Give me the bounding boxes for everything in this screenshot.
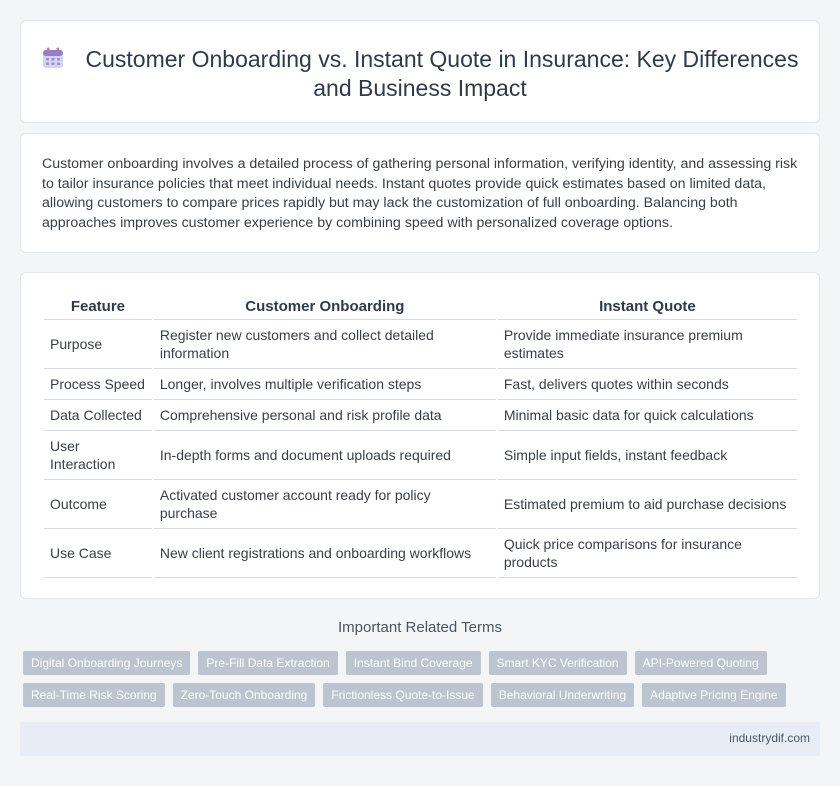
table-row: Purpose Register new customers and colle…	[44, 320, 797, 369]
intro-card: Customer onboarding involves a detailed …	[20, 133, 820, 253]
intro-paragraph: Customer onboarding involves a detailed …	[42, 156, 798, 231]
feature-cell: Use Case	[44, 529, 152, 578]
onboarding-cell: Activated customer account ready for pol…	[153, 480, 496, 529]
related-term-tag[interactable]: Frictionless Quote-to-Issue	[323, 683, 483, 707]
related-terms-list: Digital Onboarding Journeys Pre-Fill Dat…	[23, 651, 803, 715]
onboarding-cell: Register new customers and collect detai…	[153, 320, 496, 369]
feature-cell: Data Collected	[44, 400, 152, 431]
related-term-tag[interactable]: API-Powered Quoting	[634, 651, 767, 675]
quote-cell: Minimal basic data for quick calculation…	[497, 400, 797, 431]
calendar-icon	[42, 47, 63, 68]
page-title: Customer Onboarding vs. Instant Quote in…	[21, 45, 819, 103]
title-card: Customer Onboarding vs. Instant Quote in…	[20, 20, 820, 123]
comparison-table: Feature Customer Onboarding Instant Quot…	[42, 292, 799, 578]
table-header-row: Feature Customer Onboarding Instant Quot…	[44, 292, 797, 320]
header-feature: Feature	[44, 292, 152, 320]
table-row: Process Speed Longer, involves multiple …	[44, 369, 797, 400]
quote-cell: Provide immediate insurance premium esti…	[497, 320, 797, 369]
feature-cell: Purpose	[44, 320, 152, 369]
table-row: Use Case New client registrations and on…	[44, 529, 797, 578]
quote-cell: Fast, delivers quotes within seconds	[497, 369, 797, 400]
related-term-tag[interactable]: Zero-Touch Onboarding	[172, 683, 316, 707]
table-row: User Interaction In-depth forms and docu…	[44, 431, 797, 480]
related-term-tag[interactable]: Digital Onboarding Journeys	[23, 651, 191, 675]
feature-cell: User Interaction	[44, 431, 152, 480]
table-row: Outcome Activated customer account ready…	[44, 480, 797, 529]
footer-site-link[interactable]: industrydif.com	[729, 731, 810, 745]
related-terms-heading: Important Related Terms	[338, 619, 502, 636]
related-term-tag[interactable]: Real-Time Risk Scoring	[23, 683, 165, 707]
onboarding-cell: New client registrations and onboarding …	[153, 529, 496, 578]
quote-cell: Simple input fields, instant feedback	[497, 431, 797, 480]
quote-cell: Quick price comparisons for insurance pr…	[497, 529, 797, 578]
onboarding-cell: Longer, involves multiple verification s…	[153, 369, 496, 400]
quote-cell: Estimated premium to aid purchase decisi…	[497, 480, 797, 529]
page-title-text: Customer Onboarding vs. Instant Quote in…	[85, 46, 799, 101]
table-row: Data Collected Comprehensive personal an…	[44, 400, 797, 431]
onboarding-cell: Comprehensive personal and risk profile …	[153, 400, 496, 431]
header-customer-onboarding: Customer Onboarding	[153, 292, 496, 320]
related-term-tag[interactable]: Behavioral Underwriting	[490, 683, 635, 707]
onboarding-cell: In-depth forms and document uploads requ…	[153, 431, 496, 480]
related-term-tag[interactable]: Instant Bind Coverage	[345, 651, 481, 675]
related-term-tag[interactable]: Pre-Fill Data Extraction	[198, 651, 338, 675]
feature-cell: Process Speed	[44, 369, 152, 400]
comparison-card: Feature Customer Onboarding Instant Quot…	[20, 272, 820, 599]
footer: industrydif.com	[20, 722, 820, 756]
related-term-tag[interactable]: Adaptive Pricing Engine	[642, 683, 786, 707]
feature-cell: Outcome	[44, 480, 152, 529]
header-instant-quote: Instant Quote	[497, 292, 797, 320]
related-term-tag[interactable]: Smart KYC Verification	[488, 651, 627, 675]
